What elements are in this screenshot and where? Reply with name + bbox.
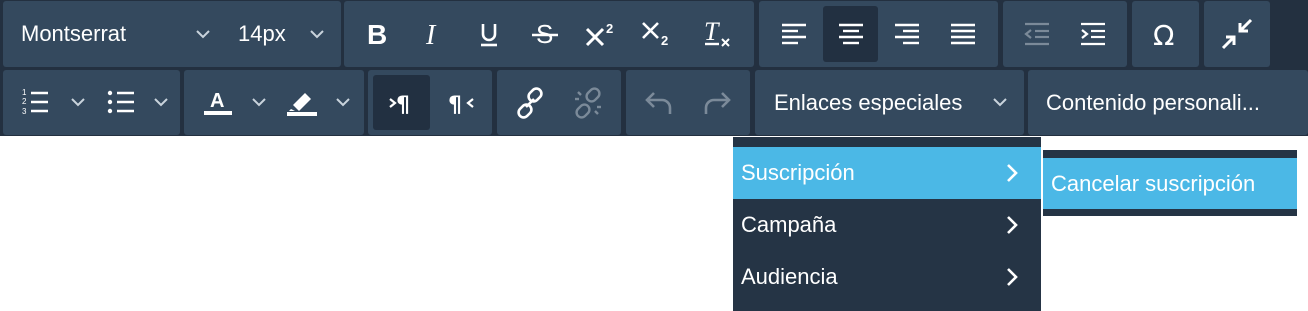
chevron-down-icon[interactable] [306, 23, 328, 45]
special-links-dropdown[interactable]: Enlaces especiales [774, 70, 962, 135]
svg-text:3: 3 [22, 107, 27, 116]
special-chars-group: Ω [1132, 1, 1199, 67]
redo-icon[interactable] [690, 76, 744, 130]
superscript-icon[interactable]: 2 [576, 9, 626, 59]
special-links-menu: Suscripción Campaña Audiencia [733, 137, 1041, 311]
link-icon[interactable] [503, 76, 557, 130]
menu-item-audiencia[interactable]: Audiencia [733, 251, 1041, 303]
svg-text:Ω: Ω [1153, 19, 1174, 49]
editor-toolbar: Montserrat 14px B I S 2 2 T [0, 0, 1308, 136]
svg-text:2: 2 [606, 21, 613, 36]
menu-item-label: Audiencia [741, 264, 838, 289]
unordered-list-icon[interactable] [99, 77, 143, 127]
chevron-right-icon [1007, 164, 1018, 182]
font-family-select[interactable]: Montserrat [21, 1, 126, 67]
menu-item-suscripcion[interactable]: Suscripción [733, 147, 1041, 199]
menu-item-label: Suscripción [741, 160, 855, 185]
omega-icon[interactable]: Ω [1138, 7, 1193, 61]
fullscreen-group [1204, 1, 1270, 67]
highlighter-icon[interactable] [280, 77, 324, 127]
bold-icon[interactable]: B [352, 9, 402, 59]
format-group: B I S 2 2 T [344, 1, 754, 67]
svg-text:2: 2 [22, 97, 27, 106]
history-group [626, 70, 750, 135]
chevron-down-icon[interactable] [332, 91, 354, 113]
justify-icon[interactable] [937, 7, 989, 61]
rtl-icon[interactable]: ¶ [432, 75, 489, 130]
text-color-icon[interactable]: A [196, 77, 240, 127]
minimize-icon[interactable] [1210, 7, 1264, 61]
underline-icon[interactable] [464, 9, 514, 59]
align-group [759, 1, 998, 67]
svg-text:T: T [704, 19, 720, 46]
indent-icon[interactable] [1067, 7, 1119, 61]
chevron-down-icon[interactable] [67, 91, 89, 113]
outdent-icon[interactable] [1011, 7, 1063, 61]
svg-text:I: I [425, 20, 437, 48]
chevron-right-icon [1007, 268, 1018, 286]
menu-item-label: Campaña [741, 212, 837, 237]
align-left-icon[interactable] [768, 7, 820, 61]
italic-icon[interactable]: I [408, 9, 458, 59]
suscripcion-submenu: Cancelar suscripción [1043, 150, 1297, 216]
svg-text:¶: ¶ [448, 93, 462, 117]
indent-group [1003, 1, 1127, 67]
clear-format-icon[interactable]: T [692, 9, 742, 59]
menu-item-campana[interactable]: Campaña [733, 199, 1041, 251]
ordered-list-icon[interactable]: 123 [13, 77, 57, 127]
special-links-group: Enlaces especiales [755, 70, 1024, 135]
chevron-down-icon[interactable] [192, 23, 214, 45]
svg-text:¶: ¶ [396, 93, 410, 117]
chevron-down-icon[interactable] [150, 91, 172, 113]
unlink-icon[interactable] [561, 76, 615, 130]
svg-text:2: 2 [661, 33, 668, 48]
chevron-down-icon[interactable] [248, 91, 270, 113]
color-group: A [184, 70, 364, 135]
direction-group: ¶ ¶ [368, 70, 492, 135]
list-group: 123 [3, 70, 180, 135]
strikethrough-icon[interactable]: S [520, 9, 570, 59]
submenu-item-label: Cancelar suscripción [1051, 170, 1256, 196]
svg-text:1: 1 [22, 88, 27, 97]
align-right-icon[interactable] [881, 7, 933, 61]
svg-text:B: B [367, 20, 387, 48]
chevron-right-icon [1007, 216, 1018, 234]
link-group [497, 70, 621, 135]
submenu-item-cancelar-suscripcion[interactable]: Cancelar suscripción [1043, 158, 1297, 209]
svg-text:A: A [210, 90, 224, 112]
font-size-select[interactable]: 14px [238, 1, 286, 67]
font-group: Montserrat 14px [3, 1, 341, 67]
ltr-icon[interactable]: ¶ [373, 75, 430, 130]
subscript-icon[interactable]: 2 [632, 9, 682, 59]
custom-content-group: Contenido personali... [1028, 70, 1308, 135]
chevron-down-icon[interactable] [989, 91, 1011, 113]
align-center-icon[interactable] [823, 6, 878, 62]
undo-icon[interactable] [632, 76, 686, 130]
custom-content-dropdown[interactable]: Contenido personali... [1046, 70, 1260, 135]
